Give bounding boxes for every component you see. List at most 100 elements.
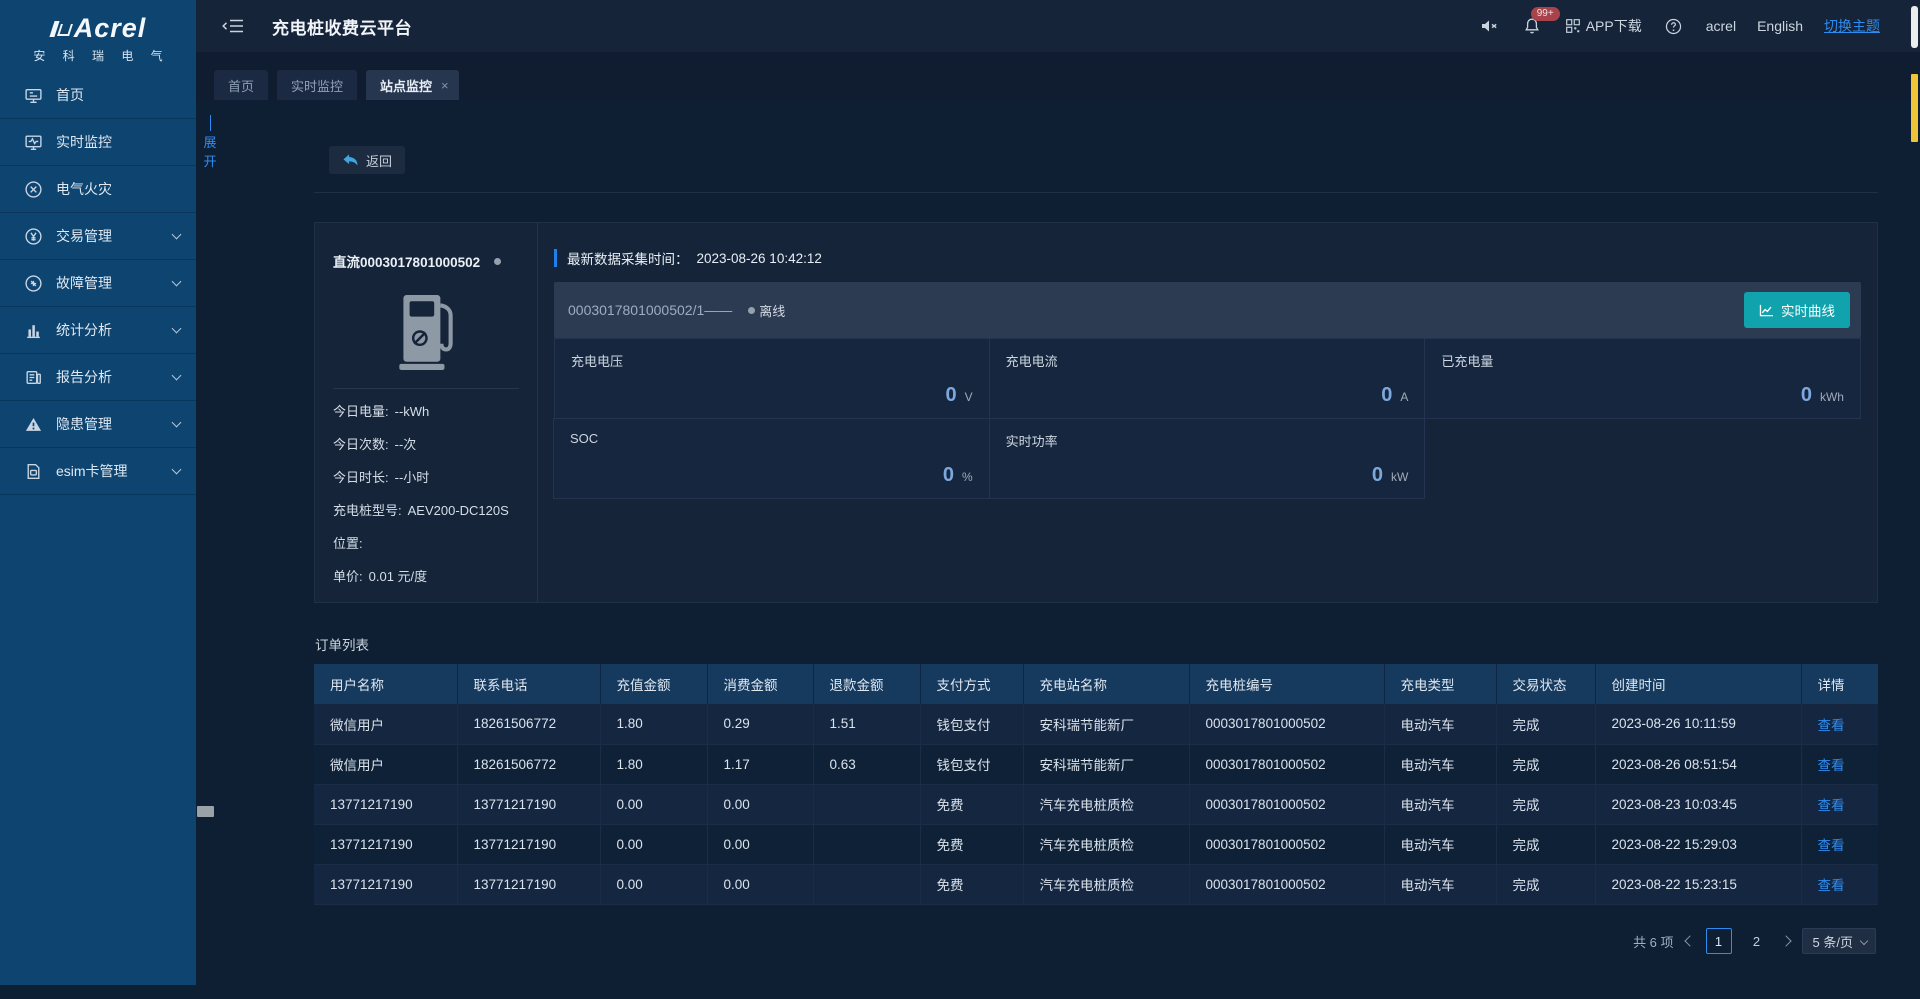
tab-label: 站点监控 xyxy=(380,76,432,95)
prev-page-icon[interactable] xyxy=(1684,935,1695,946)
app-root: Acrel 安 科 瑞 电 气 首页 实时监控 电气火灾 xyxy=(0,0,1920,999)
view-detail-link[interactable]: 查看 xyxy=(1818,878,1845,893)
device-panel: 直流0003017801000502 xyxy=(314,222,1878,603)
back-button[interactable]: 返回 xyxy=(329,146,405,174)
sidebar-item-statistics[interactable]: 统计分析 xyxy=(0,307,196,354)
sidebar-item-label: 统计分析 xyxy=(56,320,112,340)
device-name: 直流0003017801000502 xyxy=(333,251,480,271)
sidebar-item-home[interactable]: 首页 xyxy=(0,72,196,119)
offline-status-dot xyxy=(748,307,755,314)
curve-chart-icon xyxy=(1759,304,1774,317)
yen-circle-icon xyxy=(24,227,43,246)
page-size-value: 5 条/页 xyxy=(1813,932,1853,951)
col-consume-amount: 消费金额 xyxy=(707,664,813,704)
sidebar-item-transaction-mgmt[interactable]: 交易管理 xyxy=(0,213,196,260)
page-button-2[interactable]: 2 xyxy=(1744,928,1770,954)
table-row: 13771217190137712171900.00 0.00免费 汽车充电桩质… xyxy=(314,864,1878,904)
orders-title: 订单列表 xyxy=(315,634,369,654)
close-icon[interactable]: × xyxy=(441,78,449,93)
sidebar-item-label: 隐患管理 xyxy=(56,414,112,434)
tab-home[interactable]: 首页 xyxy=(214,70,268,100)
topbar-right: 99+ APP下载 acrel English 切换主题 xyxy=(1478,15,1894,37)
sidebar: Acrel 安 科 瑞 电 气 首页 实时监控 电气火灾 xyxy=(0,0,196,999)
tab-realtime-monitor[interactable]: 实时监控 xyxy=(277,70,357,100)
expand-char: 开 xyxy=(201,152,219,171)
chevron-down-icon xyxy=(172,371,182,381)
latest-collect-time: 最新数据采集时间： 2023-08-26 10:42:12 xyxy=(554,249,1861,267)
stat-today-duration: 今日时长:--小时 xyxy=(333,461,519,494)
sidebar-item-label: 交易管理 xyxy=(56,226,112,246)
tab-label: 首页 xyxy=(228,76,254,95)
sidebar-item-realtime-monitor[interactable]: 实时监控 xyxy=(0,119,196,166)
expand-char: 展 xyxy=(201,133,219,152)
chevron-down-icon xyxy=(172,230,182,240)
expand-sidebar-control[interactable]: 展 开 xyxy=(201,114,219,171)
page-size-select[interactable]: 5 条/页 xyxy=(1802,928,1876,954)
sidebar-item-label: 电气火灾 xyxy=(56,179,112,199)
tabbar: 首页 实时监控 站点监控 × xyxy=(196,52,1920,100)
main-panel: 返回 直流0003017801000502 xyxy=(314,100,1878,999)
view-detail-link[interactable]: 查看 xyxy=(1818,798,1845,813)
connector-bar: 0003017801000502/1—— 离线 实时曲线 xyxy=(554,282,1861,338)
col-trade-status: 交易状态 xyxy=(1496,664,1595,704)
metric-empty-cell xyxy=(1424,418,1861,499)
tab-label: 实时监控 xyxy=(291,76,343,95)
notification-bell-icon[interactable]: 99+ xyxy=(1521,15,1543,37)
col-user-name: 用户名称 xyxy=(314,664,457,704)
next-page-icon[interactable] xyxy=(1780,935,1791,946)
language-switch[interactable]: English xyxy=(1757,18,1803,34)
report-icon xyxy=(24,368,43,387)
sidebar-nav: 首页 实时监控 电气火灾 交易管理 xyxy=(0,72,196,495)
sidebar-collapse-icon[interactable] xyxy=(222,17,244,35)
vertical-scrollbar-thumb-top[interactable] xyxy=(1911,6,1918,48)
view-detail-link[interactable]: 查看 xyxy=(1818,758,1845,773)
brand-name: Acrel xyxy=(74,13,147,44)
realtime-curve-button[interactable]: 实时曲线 xyxy=(1744,292,1850,328)
sidebar-item-label: 报告分析 xyxy=(56,367,112,387)
mute-icon[interactable] xyxy=(1478,15,1500,37)
stat-unit-price: 单价:0.01 元/度 xyxy=(333,560,519,593)
table-row: 微信用户182615067721.80 0.291.51钱包支付 安科瑞节能新厂… xyxy=(314,704,1878,744)
col-pile-no: 充电桩编号 xyxy=(1189,664,1384,704)
connector-status: 离线 xyxy=(759,301,785,320)
username[interactable]: acrel xyxy=(1706,18,1736,34)
page-button-1[interactable]: 1 xyxy=(1706,928,1732,954)
orders-table: 用户名称 联系电话 充值金额 消费金额 退款金额 支付方式 充电站名称 充电桩编… xyxy=(314,664,1878,905)
topbar: 充电桩收费云平台 99+ APP下载 acrel English 切换主题 xyxy=(196,0,1920,52)
view-detail-link[interactable]: 查看 xyxy=(1818,838,1845,853)
sidebar-item-hazard-mgmt[interactable]: 隐患管理 xyxy=(0,401,196,448)
device-card: 直流0003017801000502 xyxy=(315,223,538,602)
col-phone: 联系电话 xyxy=(457,664,600,704)
sidebar-item-fault-mgmt[interactable]: 故障管理 xyxy=(0,260,196,307)
page-title: 充电桩收费云平台 xyxy=(272,14,412,39)
content-area: 展 开 返回 直流0003017801000502 xyxy=(196,100,1920,999)
col-charge-type: 充电类型 xyxy=(1384,664,1496,704)
electrical-fire-icon xyxy=(24,180,43,199)
chevron-down-icon xyxy=(172,418,182,428)
device-status-dot xyxy=(494,258,501,265)
pagination-total: 共 6 项 xyxy=(1633,932,1673,951)
help-icon[interactable] xyxy=(1663,15,1685,37)
sidebar-item-label: esim卡管理 xyxy=(56,461,128,481)
theme-toggle-link[interactable]: 切换主题 xyxy=(1824,16,1880,36)
view-detail-link[interactable]: 查看 xyxy=(1818,718,1845,733)
sidebar-item-label: 首页 xyxy=(56,85,84,105)
metric-charged-energy: 已充电量 0kWh xyxy=(1424,338,1861,419)
sidebar-item-electrical-fire[interactable]: 电气火灾 xyxy=(0,166,196,213)
sidebar-item-report-analysis[interactable]: 报告分析 xyxy=(0,354,196,401)
sidebar-item-esim-mgmt[interactable]: esim卡管理 xyxy=(0,448,196,495)
brand-subtitle: 安 科 瑞 电 气 xyxy=(0,47,196,64)
table-row: 13771217190137712171900.00 0.00免费 汽车充电桩质… xyxy=(314,824,1878,864)
horizontal-scrollbar-thumb[interactable] xyxy=(197,806,214,817)
acrel-logo-icon xyxy=(50,19,68,39)
app-download-button[interactable]: APP下载 xyxy=(1564,16,1642,36)
card-divider xyxy=(333,388,519,389)
tab-station-monitor[interactable]: 站点监控 × xyxy=(366,70,459,100)
vertical-scrollbar-thumb[interactable] xyxy=(1911,74,1918,142)
bar-chart-icon xyxy=(24,321,43,340)
latest-collect-label: 最新数据采集时间： xyxy=(567,248,689,268)
col-station-name: 充电站名称 xyxy=(1023,664,1189,704)
home-icon xyxy=(24,86,43,105)
stat-today-energy: 今日电量:--kWh xyxy=(333,395,519,428)
section-divider xyxy=(314,192,1878,193)
